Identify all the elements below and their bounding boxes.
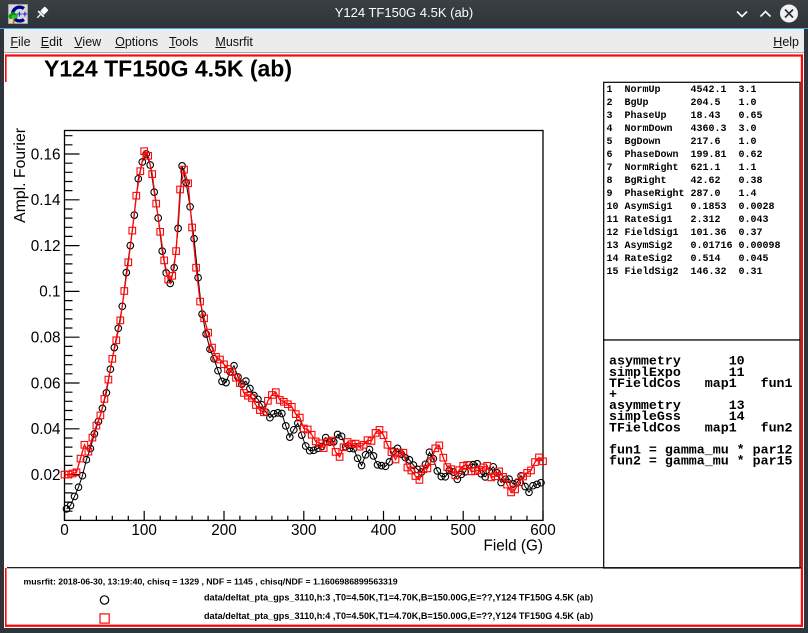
svg-text:0.02: 0.02 [31, 467, 61, 484]
svg-text:Field (G): Field (G) [484, 538, 544, 555]
svg-text:0.08: 0.08 [31, 330, 61, 347]
svg-text:0.1: 0.1 [39, 284, 60, 301]
svg-text:100: 100 [131, 522, 157, 539]
svg-text:Y124 TF150G 4.5K (ab): Y124 TF150G 4.5K (ab) [44, 56, 292, 82]
svg-text:data/deltat_pta_gps_3110,h:3 ,: data/deltat_pta_gps_3110,h:3 ,T0=4.50K,T… [204, 593, 593, 603]
svg-text:500: 500 [450, 522, 476, 539]
svg-text:400: 400 [371, 522, 397, 539]
svg-text:0.16: 0.16 [31, 146, 61, 163]
svg-text:musrfit: 2018-06-30, 13:19:40,: musrfit: 2018-06-30, 13:19:40, chisq = 1… [24, 576, 398, 586]
svg-text:data/deltat_pta_gps_3110,h:4 ,: data/deltat_pta_gps_3110,h:4 ,T0=4.50K,T… [204, 611, 593, 621]
svg-text:fun2 = gamma_mu * par15: fun2 = gamma_mu * par15 [609, 454, 793, 469]
svg-text:600: 600 [530, 522, 556, 539]
svg-text:0.12: 0.12 [31, 238, 61, 255]
svg-text:0.04: 0.04 [31, 421, 61, 438]
svg-text:10AsymSig10.18530.0028: 10AsymSig10.18530.0028 [607, 201, 775, 213]
svg-text:0.14: 0.14 [31, 192, 61, 209]
svg-text:13AsymSig20.017160.00098: 13AsymSig20.017160.00098 [607, 240, 781, 252]
svg-text:300: 300 [291, 522, 317, 539]
svg-text:Ampl. Fourier: Ampl. Fourier [12, 128, 29, 223]
svg-text:0: 0 [60, 522, 69, 539]
svg-text:200: 200 [211, 522, 237, 539]
svg-text:0.06: 0.06 [31, 375, 61, 392]
